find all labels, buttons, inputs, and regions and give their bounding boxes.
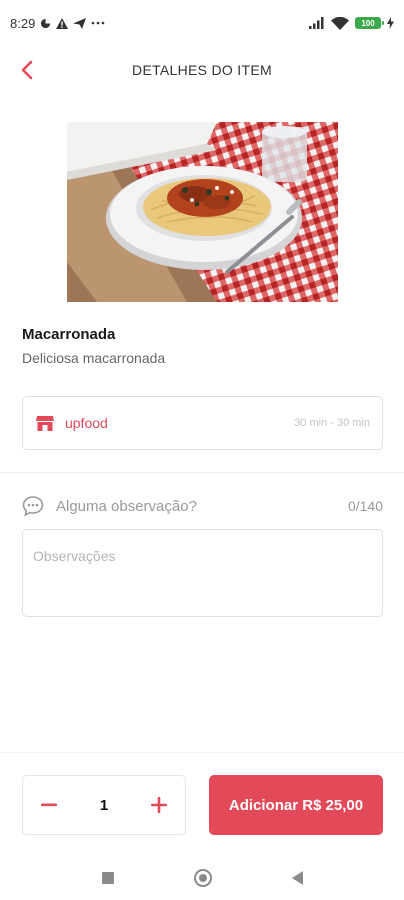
bottom-divider [0,752,404,753]
item-description: Deliciosa macarronada [22,350,166,366]
back-button[interactable] [14,56,40,84]
observation-label: Alguma observação? [56,497,197,515]
status-time: 8:29 [10,15,36,31]
battery-level: 100 [361,18,375,28]
delivery-time: 30 min - 30 min [294,417,370,429]
observation-input[interactable] [22,529,383,617]
plus-icon [151,797,167,813]
status-right: 100 [309,16,394,30]
system-back-icon[interactable] [291,870,303,885]
send-icon [73,17,87,29]
store-icon [35,413,55,433]
decrease-quantity-button[interactable] [39,795,59,815]
item-name: Macarronada [22,326,116,343]
status-left: 8:29 [10,16,105,31]
chat-bubble-icon [22,495,44,517]
restaurant-name: upfood [65,415,108,431]
observation-header: Alguma observação? 0/140 [22,494,383,518]
restaurant-card[interactable]: upfood 30 min - 30 min [22,396,383,450]
section-divider [0,472,404,473]
signal-icon [309,17,325,29]
recent-apps-icon[interactable] [101,871,114,884]
system-navigation-bar [0,855,404,900]
wifi-icon [331,16,349,30]
increase-quantity-button[interactable] [149,795,169,815]
battery-icon: 100 [355,17,384,29]
character-counter: 0/140 [347,498,383,514]
chevron-left-icon [21,60,33,80]
quantity-stepper: 1 [22,775,186,835]
app-header: DETALHES DO ITEM [0,46,404,94]
home-icon[interactable] [193,868,212,887]
page-title: DETALHES DO ITEM [132,62,272,78]
minus-icon [41,803,57,807]
item-photo [67,122,338,302]
alert-icon [56,17,69,29]
data-saver-icon [40,18,51,29]
charging-icon [387,17,394,29]
more-notifications-icon [91,21,105,25]
status-bar: 8:29 100 [0,0,404,46]
quantity-value: 1 [99,796,109,814]
add-to-cart-button[interactable]: Adicionar R$ 25,00 [209,775,383,835]
